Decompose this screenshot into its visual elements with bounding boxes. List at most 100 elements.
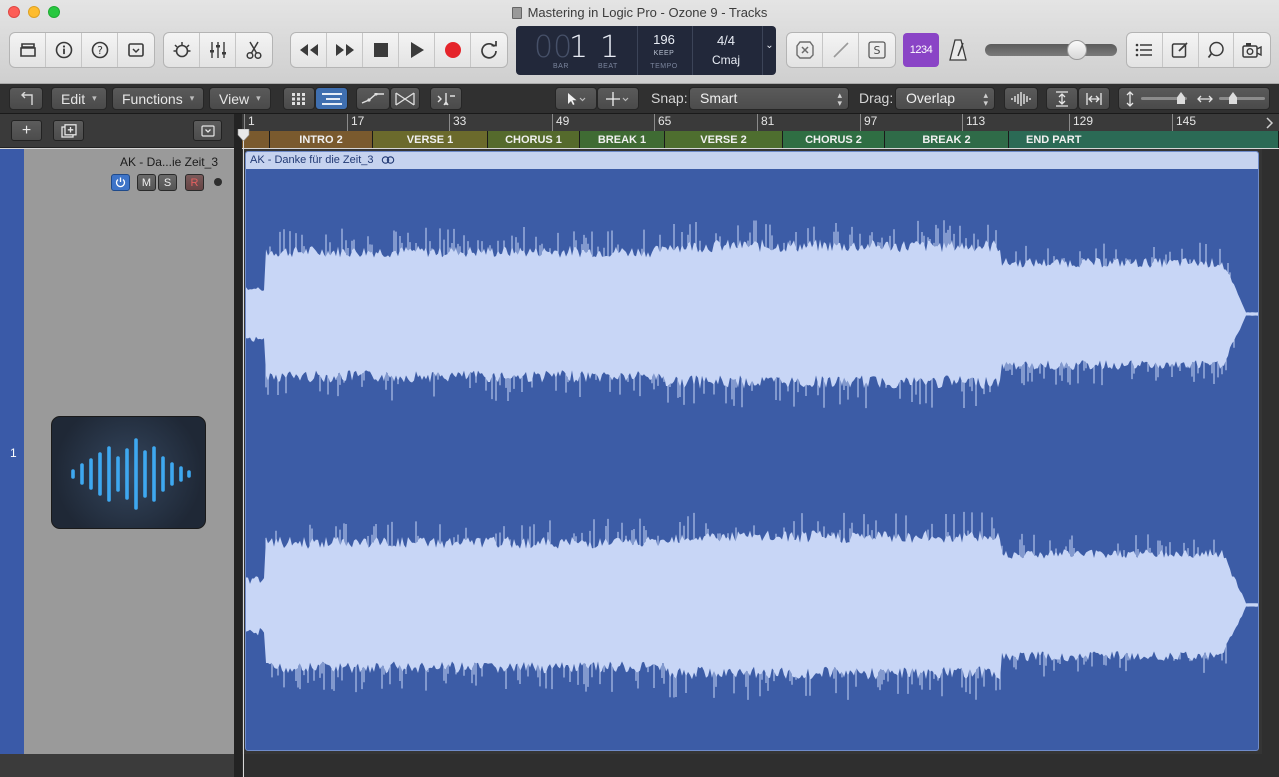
count-in-button[interactable]: 1234 <box>903 33 939 67</box>
stop-button[interactable] <box>363 33 399 67</box>
waveform-zoom-button[interactable] <box>1004 87 1038 110</box>
functions-menu[interactable]: Functions ▾ <box>112 87 205 110</box>
marker-chorus-2[interactable]: CHORUS 2 <box>783 131 885 148</box>
lcd-tempo-label: TEMPO <box>650 63 678 70</box>
bar-ruler[interactable]: 1 17 33 49 65 81 97 113 129 145 <box>242 114 1279 131</box>
play-button[interactable] <box>399 33 435 67</box>
record-enable-button[interactable]: R <box>185 174 204 191</box>
header-divider[interactable] <box>234 114 242 777</box>
chevron-down-icon: ▾ <box>189 93 195 103</box>
edit-menu[interactable]: Edit ▾ <box>51 87 107 110</box>
list-editors-button[interactable] <box>1127 33 1163 67</box>
power-icon <box>115 177 126 188</box>
go-up-button[interactable] <box>9 87 43 110</box>
drag-select[interactable]: Overlap ▴ ▾ <box>895 87 995 110</box>
catch-playhead-button[interactable] <box>430 87 462 110</box>
ruler-tick: 113 <box>962 114 985 131</box>
waveform-icon <box>71 438 191 510</box>
add-track-button[interactable]: + <box>11 120 42 141</box>
master-volume-slider[interactable] <box>985 40 1117 60</box>
solo-button[interactable]: S <box>158 174 177 191</box>
audio-waveform <box>246 220 1258 700</box>
input-monitor-indicator[interactable] <box>214 178 222 186</box>
marker-verse-1[interactable]: VERSE 1 <box>373 131 488 148</box>
snap-select[interactable]: Smart ▴ ▾ <box>689 87 849 110</box>
mode-buttons-group: S <box>786 32 896 68</box>
vertical-zoom-thumb[interactable] <box>1177 92 1185 104</box>
track-on-off-button[interactable] <box>111 174 130 191</box>
lcd-signature: 4/4 <box>716 33 736 48</box>
fast-forward-icon <box>335 44 354 56</box>
pointer-icon <box>568 92 586 105</box>
add-track-stack-button[interactable] <box>53 120 84 141</box>
toolbar-button[interactable] <box>118 33 154 67</box>
playhead-icon[interactable] <box>237 129 250 141</box>
browsers-button[interactable] <box>1234 33 1270 67</box>
add-folder-icon <box>60 123 77 138</box>
audio-region[interactable]: AK - Danke für die Zeit_3 <box>245 151 1259 751</box>
vertical-fit-icon <box>1056 90 1068 107</box>
document-icon <box>511 7 522 19</box>
global-tracks-button[interactable] <box>193 120 222 141</box>
rewind-button[interactable] <box>291 33 327 67</box>
ruler-tick: 49 <box>552 114 569 131</box>
help-icon: ? <box>91 41 108 59</box>
solo-mode-button[interactable]: S <box>859 33 895 67</box>
inspector-button[interactable] <box>46 33 82 67</box>
loop-browser-button[interactable] <box>1199 33 1235 67</box>
marker-break-1[interactable]: BREAK 1 <box>580 131 665 148</box>
zoom-vertical-button[interactable] <box>1046 87 1078 110</box>
editors-button[interactable] <box>236 33 272 67</box>
mixer-button[interactable] <box>200 33 236 67</box>
svg-text:S: S <box>874 44 881 57</box>
track-name[interactable]: AK - Da...ie Zeit_3 <box>40 155 218 169</box>
replace-button[interactable] <box>787 33 823 67</box>
lcd-dropdown-icon[interactable]: ⌄ <box>763 40 776 51</box>
secondary-tool-menu[interactable] <box>597 87 639 110</box>
lcd-display[interactable]: 00 1 1 BAR BEAT 196 KEEP TEMPO 4/4 Cmaj … <box>516 26 776 75</box>
list-view-button[interactable] <box>315 87 348 110</box>
control-bar: Mastering in Logic Pro - Ozone 9 - Track… <box>0 0 1279 84</box>
loop-icon <box>1207 41 1224 59</box>
zoom-horizontal-button[interactable] <box>1078 87 1110 110</box>
marker-intro[interactable]: INTRO 2 <box>270 131 373 148</box>
vertical-zoom-slider[interactable] <box>1141 92 1187 104</box>
horizontal-zoom-slider[interactable] <box>1219 92 1265 104</box>
chevron-right-icon[interactable] <box>1266 117 1274 129</box>
view-menu[interactable]: View ▾ <box>209 87 271 110</box>
metronome-button[interactable] <box>944 33 972 67</box>
track-list-footer <box>0 754 234 777</box>
loop-link-icon <box>381 156 394 164</box>
marker-end-part[interactable]: END PART <box>1009 131 1279 148</box>
lcd-bar-prefix: 00 <box>534 30 573 65</box>
track-icon[interactable] <box>51 416 206 529</box>
flex-button[interactable] <box>390 87 420 110</box>
master-volume-knob[interactable] <box>1067 40 1087 60</box>
marker-break-2[interactable]: BREAK 2 <box>885 131 1009 148</box>
marker-verse-2[interactable]: VERSE 2 <box>665 131 783 148</box>
smart-controls-button[interactable] <box>164 33 200 67</box>
quick-help-button[interactable]: ? <box>82 33 118 67</box>
horizontal-zoom-thumb[interactable] <box>1229 92 1237 104</box>
cycle-button[interactable] <box>471 33 507 67</box>
library-button[interactable] <box>10 33 46 67</box>
snap-value: Smart <box>700 90 738 106</box>
mute-button[interactable]: M <box>137 174 156 191</box>
tracks-toolbar: Edit ▾ Functions ▾ View ▾ Snap: Smart ▴ ▾ Dr <box>0 84 1279 114</box>
track-list-icon <box>321 92 342 105</box>
marker-chorus-1[interactable]: CHORUS 1 <box>488 131 580 148</box>
tuner-icon <box>832 42 849 58</box>
lcd-bar-label: BAR <box>553 63 569 70</box>
browser-buttons-group <box>1126 32 1271 68</box>
fast-forward-button[interactable] <box>327 33 363 67</box>
pointer-tool-menu[interactable] <box>555 87 597 110</box>
plus-icon: + <box>21 121 32 139</box>
tuner-button[interactable] <box>823 33 859 67</box>
grid-view-button[interactable] <box>283 87 315 110</box>
marker-track: INTRO 2 VERSE 1 CHORUS 1 BREAK 1 VERSE 2… <box>242 131 1279 148</box>
collapse-icon <box>200 124 215 137</box>
note-pads-button[interactable] <box>1163 33 1199 67</box>
metronome-icon <box>949 39 967 61</box>
automation-button[interactable] <box>356 87 390 110</box>
record-button[interactable] <box>435 33 471 67</box>
